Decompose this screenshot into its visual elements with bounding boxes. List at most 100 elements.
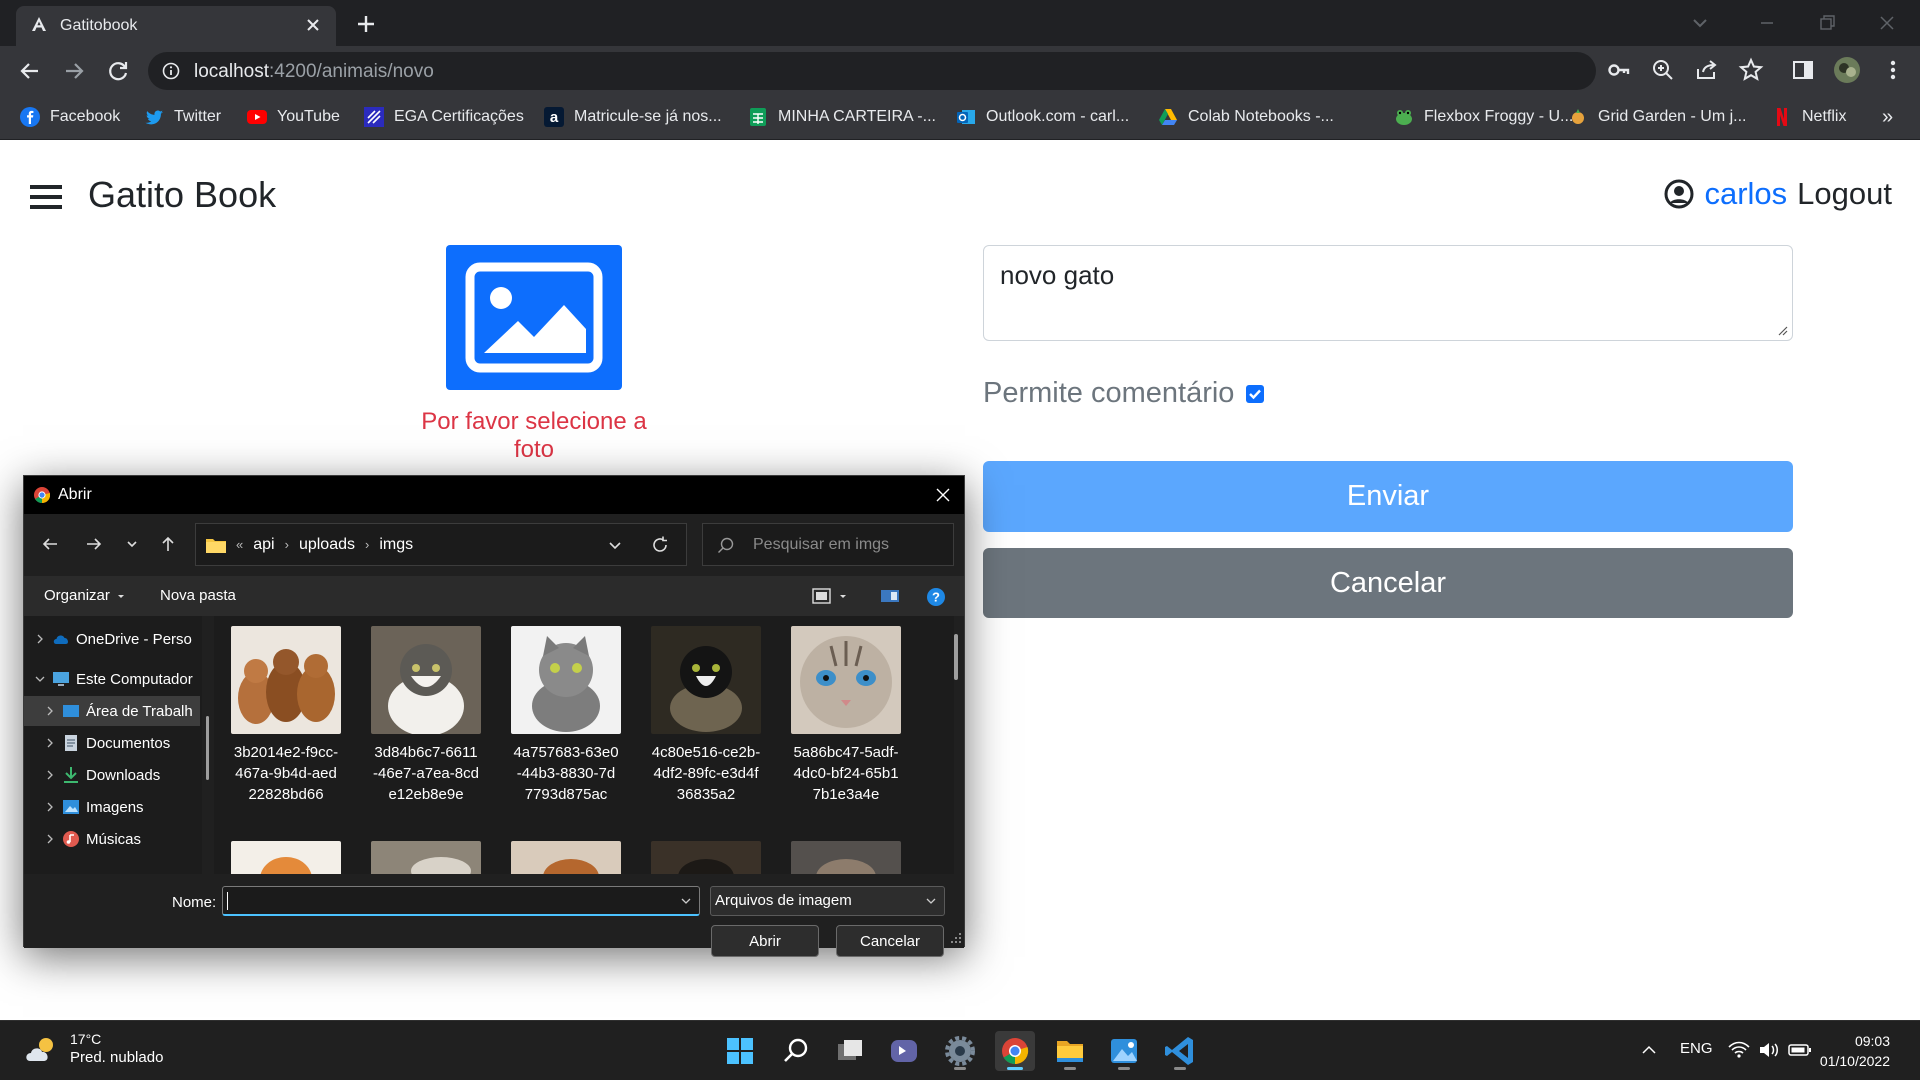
navigation-scrollbar[interactable] — [206, 716, 209, 780]
file-name-input[interactable] — [222, 886, 700, 916]
key-icon[interactable] — [1606, 57, 1632, 83]
reload-icon[interactable] — [102, 55, 134, 87]
file-item[interactable]: 3b2014e2-f9cc- 467a-9b4d-aed 22828bd66 — [222, 626, 350, 805]
bookmark-alura[interactable]: a Matricule-se já nos... — [544, 104, 722, 130]
file-item[interactable]: 5a86bc47-5adf- 4dc0-bf24-65b1 7b1e3a4e — [782, 626, 910, 805]
bookmark-facebook[interactable]: Facebook — [20, 104, 120, 130]
resize-grip-icon[interactable] — [1776, 324, 1788, 336]
tray-overflow-chevron-icon[interactable] — [1640, 1041, 1658, 1059]
zoom-icon[interactable] — [1650, 57, 1676, 83]
bookmark-twitter[interactable]: Twitter — [144, 104, 221, 130]
organize-button[interactable]: Organizar — [44, 587, 126, 604]
dialog-back-icon[interactable] — [38, 532, 62, 556]
chevron-right-icon[interactable] — [34, 633, 46, 645]
chevron-right-icon[interactable] — [44, 705, 56, 717]
language-indicator[interactable]: ENG — [1680, 1040, 1713, 1057]
side-panel-icon[interactable] — [1790, 57, 1816, 83]
file-item[interactable] — [782, 841, 910, 874]
battery-icon[interactable] — [1788, 1041, 1812, 1059]
tab-close-icon[interactable] — [304, 16, 322, 34]
bookmark-minha-carteira[interactable]: MINHA CARTEIRA -... — [748, 104, 936, 130]
bookmarks-overflow-button[interactable]: » — [1882, 104, 1893, 130]
back-icon[interactable] — [14, 55, 46, 87]
file-item[interactable]: 4a757683-63e0 -44b3-8830-7d 7793d875ac — [502, 626, 630, 805]
chevron-right-icon[interactable] — [44, 737, 56, 749]
bookmark-netflix[interactable]: Netflix — [1772, 104, 1846, 130]
weather-widget[interactable]: 17°C Pred. nublado — [24, 1031, 163, 1066]
tree-item-imagens[interactable]: Imagens — [24, 792, 200, 822]
file-item[interactable] — [222, 841, 350, 874]
file-grid-scrollbar[interactable] — [954, 634, 958, 680]
dialog-recent-chevron-icon[interactable] — [120, 532, 144, 556]
new-folder-button[interactable]: Nova pasta — [160, 587, 236, 604]
bookmark-colab[interactable]: Colab Notebooks -... — [1158, 104, 1334, 130]
user-name-link[interactable]: carlos — [1704, 176, 1787, 212]
address-bar[interactable]: localhost:4200/animais/novo — [148, 52, 1596, 90]
preview-pane-button[interactable] — [880, 587, 900, 605]
chevron-down-icon[interactable] — [34, 673, 46, 685]
logout-link[interactable]: Logout — [1797, 176, 1892, 212]
submit-button[interactable]: Enviar — [983, 461, 1793, 532]
tab-search-chevron-icon[interactable] — [1685, 8, 1715, 38]
bookmark-ega[interactable]: EGA Certificações — [364, 104, 524, 130]
description-textarea[interactable]: novo gato — [983, 245, 1793, 341]
volume-icon[interactable] — [1758, 1041, 1780, 1059]
dialog-close-icon[interactable] — [934, 486, 952, 504]
taskbar-search-button[interactable] — [776, 1031, 816, 1071]
help-button[interactable]: ? — [926, 587, 946, 607]
tree-item-area-de-trabalho[interactable]: Área de Trabalh — [24, 696, 200, 726]
dialog-resize-grip-icon[interactable] — [950, 932, 962, 944]
taskbar-chrome-button[interactable] — [995, 1031, 1035, 1071]
bookmark-star-icon[interactable] — [1738, 57, 1764, 83]
brand-title[interactable]: Gatito Book — [88, 174, 276, 216]
dialog-address-bar[interactable]: « api › uploads › imgs — [195, 523, 687, 566]
file-item[interactable] — [502, 841, 630, 874]
chevron-right-icon[interactable] — [44, 769, 56, 781]
system-clock[interactable]: 09:03 01/10/2022 — [1820, 1031, 1890, 1071]
chevron-right-icon[interactable] — [44, 833, 56, 845]
bookmark-flexbox-froggy[interactable]: Flexbox Froggy - U... — [1394, 104, 1573, 130]
chevron-right-icon[interactable] — [44, 801, 56, 813]
chevron-down-icon[interactable] — [679, 894, 693, 908]
share-icon[interactable] — [1694, 57, 1720, 83]
taskbar-vscode-button[interactable] — [1160, 1031, 1200, 1071]
file-item[interactable]: 3d84b6c7-6611 -46e7-a7ea-8cd e12eb8e9e — [362, 626, 490, 805]
open-button[interactable]: Abrir — [711, 925, 819, 957]
cancel-button[interactable]: Cancelar — [983, 548, 1793, 618]
address-history-chevron-icon[interactable] — [606, 536, 624, 554]
tree-item-downloads[interactable]: Downloads — [24, 760, 200, 790]
teams-chat-button[interactable] — [884, 1031, 924, 1071]
dialog-cancel-button[interactable]: Cancelar — [836, 925, 944, 957]
refresh-icon[interactable] — [650, 535, 670, 555]
taskbar-photos-button[interactable] — [1104, 1031, 1144, 1071]
photo-placeholder-button[interactable] — [446, 245, 622, 390]
tree-item-documentos[interactable]: Documentos — [24, 728, 200, 758]
start-button[interactable] — [720, 1031, 760, 1071]
taskbar-file-explorer-button[interactable] — [1050, 1031, 1090, 1071]
minimize-icon[interactable] — [1752, 8, 1782, 38]
site-info-icon[interactable] — [162, 62, 180, 80]
menu-dots-icon[interactable] — [1880, 57, 1906, 83]
file-item[interactable] — [642, 841, 770, 874]
view-options-button[interactable] — [812, 587, 848, 605]
file-item[interactable] — [362, 841, 490, 874]
tree-item-este-computador[interactable]: Este Computador — [24, 664, 200, 694]
new-tab-icon[interactable] — [352, 10, 380, 38]
window-close-icon[interactable] — [1872, 8, 1902, 38]
path-segment-imgs[interactable]: imgs — [379, 536, 413, 554]
dialog-up-icon[interactable] — [156, 532, 180, 556]
task-view-button[interactable] — [830, 1031, 870, 1071]
tree-item-musicas[interactable]: Músicas — [24, 824, 200, 854]
path-overflow[interactable]: « — [236, 537, 243, 552]
bookmark-youtube[interactable]: YouTube — [247, 104, 340, 130]
forward-icon[interactable] — [58, 55, 90, 87]
dialog-forward-icon[interactable] — [82, 532, 106, 556]
taskbar-settings-button[interactable] — [940, 1031, 980, 1071]
browser-tab[interactable]: Gatitobook — [16, 6, 336, 46]
tree-item-onedrive[interactable]: OneDrive - Perso — [24, 624, 200, 654]
bookmark-grid-garden[interactable]: Grid Garden - Um j... — [1568, 104, 1746, 130]
file-type-select[interactable]: Arquivos de imagem — [710, 886, 945, 916]
allow-comments-checkbox[interactable] — [1246, 384, 1265, 403]
file-item[interactable]: 4c80e516-ce2b- 4df2-89fc-e3d4f 36835a2 — [642, 626, 770, 805]
wifi-icon[interactable] — [1728, 1041, 1750, 1059]
